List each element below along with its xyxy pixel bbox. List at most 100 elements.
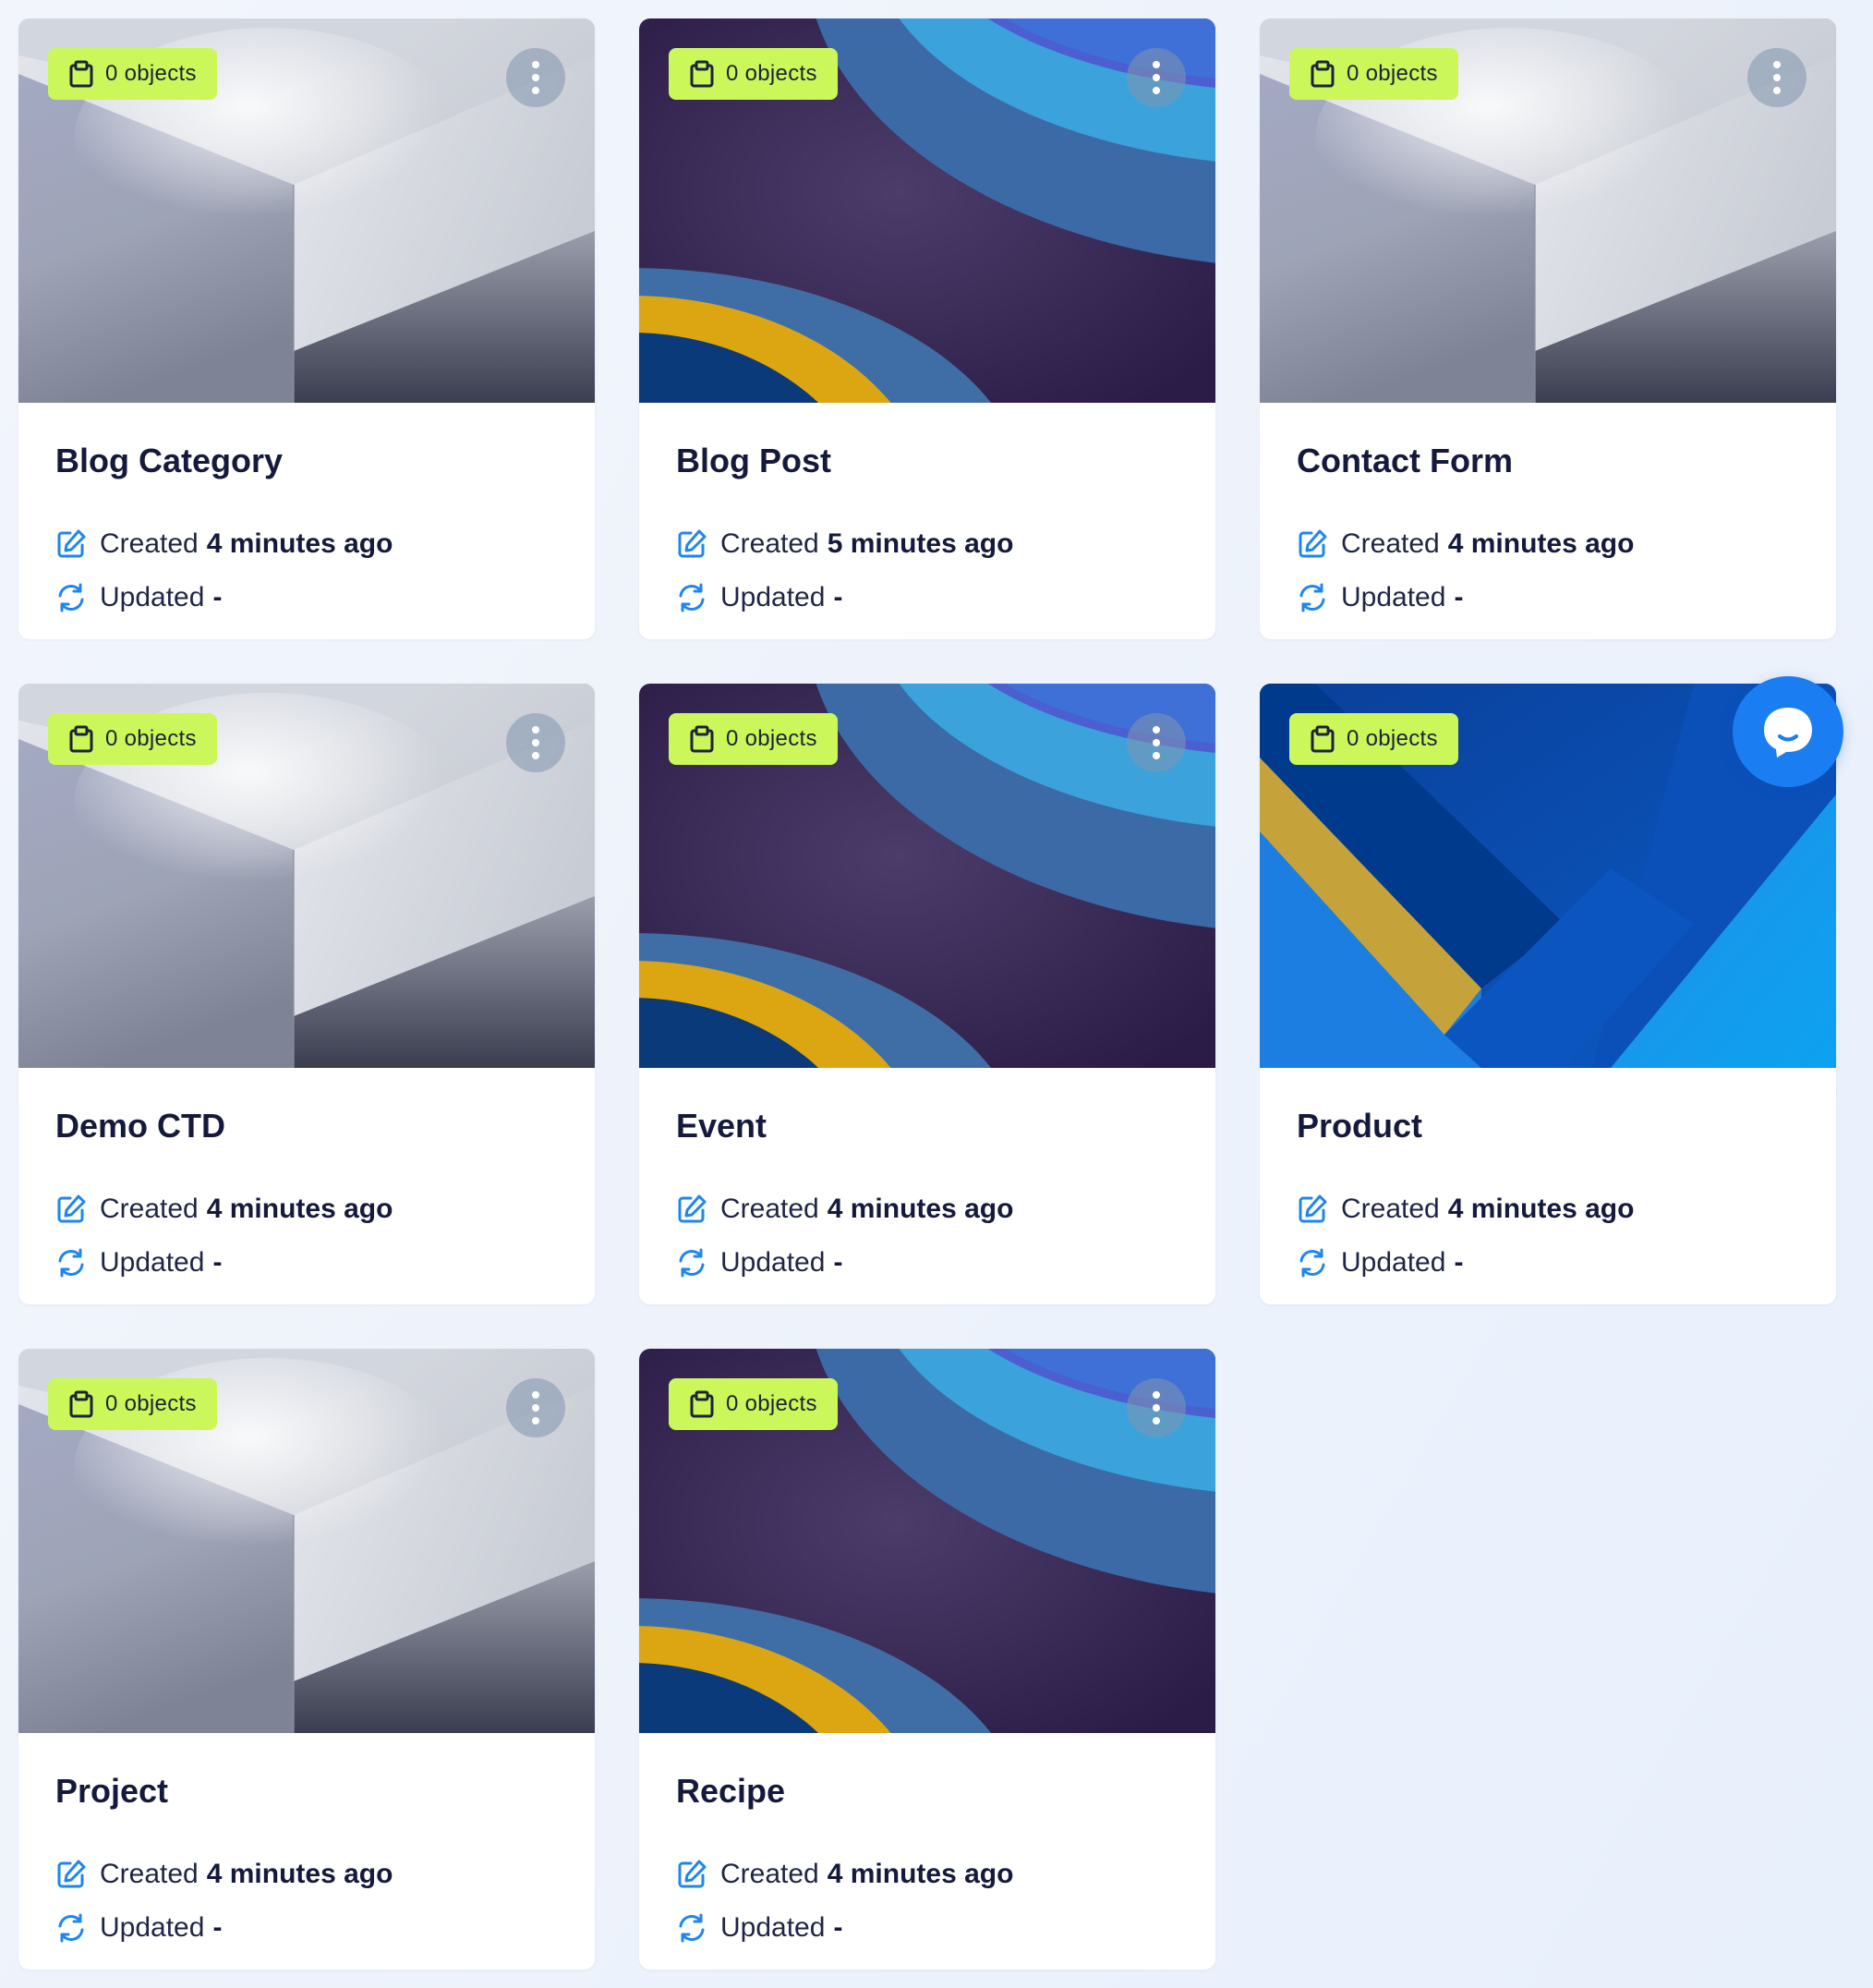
more-vertical-icon <box>532 61 539 94</box>
updated-label: Updated <box>1341 582 1446 612</box>
created-label: Created <box>720 1859 819 1889</box>
card-title[interactable]: Project <box>55 1772 168 1811</box>
created-value: 4 minutes ago <box>1447 528 1635 559</box>
updated-label: Updated <box>1341 1247 1446 1278</box>
content-type-card[interactable]: 0 objects Recipe Created 4 minutes ago U… <box>639 1349 1215 1970</box>
updated-label: Updated <box>720 1247 826 1278</box>
created-value: 4 minutes ago <box>206 1859 393 1889</box>
card-menu-button[interactable] <box>1747 48 1807 107</box>
card-title[interactable]: Demo CTD <box>55 1107 225 1146</box>
refresh-icon <box>679 1248 705 1278</box>
objects-count-badge: 0 objects <box>669 48 838 100</box>
objects-count: 0 objects <box>105 726 197 751</box>
updated-value: - <box>833 1912 843 1943</box>
more-vertical-icon <box>532 726 539 759</box>
card-title[interactable]: Blog Post <box>676 442 831 480</box>
created-row: Created 4 minutes ago <box>55 1859 393 1890</box>
chat-button[interactable] <box>1733 676 1843 787</box>
card-menu-button[interactable] <box>1127 48 1186 107</box>
more-vertical-icon <box>1773 61 1781 94</box>
refresh-icon <box>58 1248 84 1278</box>
card-title[interactable]: Blog Category <box>55 442 283 480</box>
updated-value: - <box>1454 1247 1464 1278</box>
card-menu-button[interactable] <box>506 713 565 772</box>
created-label: Created <box>720 528 819 559</box>
refresh-icon <box>58 583 84 612</box>
objects-count: 0 objects <box>105 1391 197 1416</box>
created-label: Created <box>1341 528 1440 559</box>
objects-count: 0 objects <box>726 726 817 751</box>
edit-icon <box>1299 529 1327 558</box>
created-row: Created 4 minutes ago <box>676 1194 1013 1225</box>
created-value: 5 minutes ago <box>827 528 1014 559</box>
updated-label: Updated <box>720 1912 826 1943</box>
content-type-card[interactable]: 0 objects Event Created 4 minutes ago Up… <box>639 684 1215 1304</box>
card-title[interactable]: Contact Form <box>1297 442 1513 480</box>
updated-row: Updated - <box>55 1247 222 1279</box>
edit-icon <box>678 1194 707 1223</box>
content-type-card[interactable]: 0 objects Product Created 4 minutes ago … <box>1260 684 1836 1304</box>
updated-row: Updated - <box>676 1912 842 1944</box>
clipboard-icon <box>69 60 93 88</box>
content-type-card[interactable]: 0 objects Blog Post Created 5 minutes ag… <box>639 18 1215 639</box>
refresh-icon <box>679 583 705 612</box>
updated-row: Updated - <box>676 1247 842 1279</box>
objects-count-badge: 0 objects <box>1289 48 1458 100</box>
clipboard-icon <box>1311 60 1335 88</box>
created-row: Created 4 minutes ago <box>1297 1194 1634 1225</box>
card-menu-button[interactable] <box>506 48 565 107</box>
edit-icon <box>678 529 707 558</box>
updated-row: Updated - <box>55 1912 222 1944</box>
objects-count-badge: 0 objects <box>1289 713 1458 765</box>
updated-label: Updated <box>720 582 826 612</box>
content-type-card[interactable]: 0 objects Project Created 4 minutes ago … <box>18 1349 595 1970</box>
updated-label: Updated <box>100 582 205 612</box>
content-type-card[interactable]: 0 objects Contact Form Created 4 minutes… <box>1260 18 1836 639</box>
objects-count-badge: 0 objects <box>669 713 838 765</box>
edit-icon <box>57 1194 86 1223</box>
refresh-icon <box>58 1913 84 1943</box>
card-title[interactable]: Event <box>676 1107 767 1146</box>
updated-value: - <box>1454 582 1464 612</box>
updated-label: Updated <box>100 1912 205 1943</box>
edit-icon <box>678 1860 707 1888</box>
created-row: Created 4 minutes ago <box>1297 528 1634 560</box>
updated-value: - <box>833 1247 843 1278</box>
updated-label: Updated <box>100 1247 205 1278</box>
card-title[interactable]: Recipe <box>676 1772 785 1811</box>
more-vertical-icon <box>1153 726 1160 759</box>
created-label: Created <box>100 1194 199 1224</box>
content-type-card[interactable]: 0 objects Demo CTD Created 4 minutes ago… <box>18 684 595 1304</box>
card-menu-button[interactable] <box>506 1378 565 1437</box>
edit-icon <box>57 529 86 558</box>
updated-row: Updated - <box>55 582 222 613</box>
more-vertical-icon <box>532 1391 539 1424</box>
updated-value: - <box>212 1912 223 1943</box>
refresh-icon <box>679 1913 705 1943</box>
objects-count: 0 objects <box>105 61 197 86</box>
created-row: Created 4 minutes ago <box>676 1859 1013 1890</box>
content-type-card[interactable]: 0 objects Blog Category Created 4 minute… <box>18 18 595 639</box>
card-menu-button[interactable] <box>1127 1378 1186 1437</box>
updated-row: Updated - <box>676 582 842 613</box>
card-title[interactable]: Product <box>1297 1107 1422 1146</box>
updated-value: - <box>212 1247 223 1278</box>
created-label: Created <box>720 1194 819 1224</box>
created-value: 4 minutes ago <box>206 1194 393 1224</box>
objects-count-badge: 0 objects <box>48 713 217 765</box>
clipboard-icon <box>69 1390 93 1418</box>
created-value: 4 minutes ago <box>827 1194 1014 1224</box>
created-row: Created 4 minutes ago <box>55 528 393 560</box>
objects-count-badge: 0 objects <box>48 48 217 100</box>
edit-icon <box>57 1860 86 1888</box>
objects-count: 0 objects <box>1347 726 1438 751</box>
card-menu-button[interactable] <box>1127 713 1186 772</box>
updated-value: - <box>212 582 223 612</box>
created-value: 4 minutes ago <box>1447 1194 1635 1224</box>
refresh-icon <box>1299 1248 1325 1278</box>
objects-count-badge: 0 objects <box>669 1378 838 1430</box>
chat-bubble-icon <box>1764 708 1812 758</box>
created-row: Created 4 minutes ago <box>55 1194 393 1225</box>
created-label: Created <box>1341 1194 1440 1224</box>
clipboard-icon <box>69 725 93 753</box>
